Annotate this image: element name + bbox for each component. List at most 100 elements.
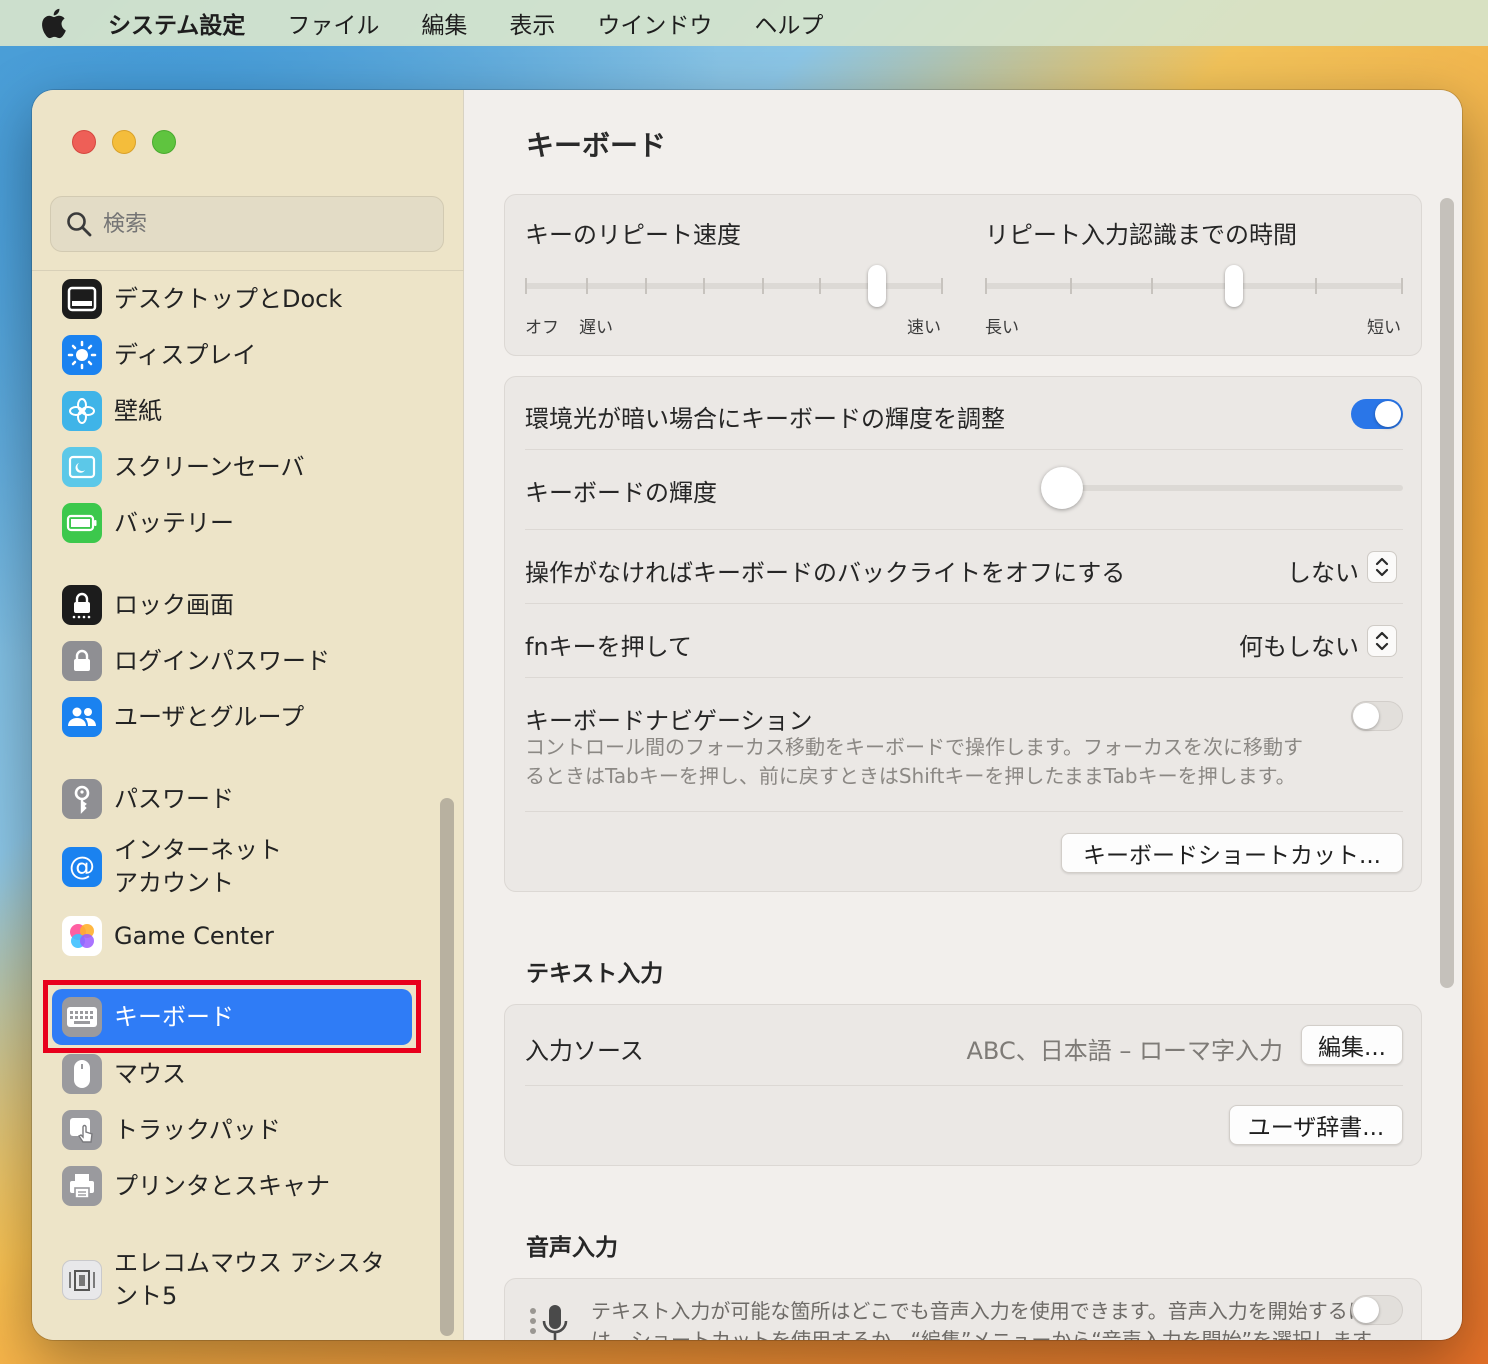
delay-slider[interactable]	[985, 265, 1403, 309]
sidebar-item-label: ディスプレイ	[114, 340, 257, 369]
edit-input-sources-button[interactable]: 編集...	[1301, 1025, 1403, 1065]
key-repeat-slider[interactable]	[525, 265, 943, 309]
slider-tick	[525, 278, 527, 294]
lock-screen-icon	[62, 585, 102, 625]
sidebar-item-login-password[interactable]: ログインパスワード	[62, 637, 422, 685]
menu-app-name[interactable]: システム設定	[108, 6, 245, 40]
sidebar-item-passwords[interactable]: パスワード	[62, 775, 422, 823]
sidebar-item-label: デスクトップとDock	[114, 284, 343, 313]
zoom-button[interactable]	[152, 130, 176, 154]
sidebar-item-label: マウス	[114, 1059, 186, 1088]
toggle-knob	[1375, 401, 1401, 427]
menu-window[interactable]: ウインドウ	[597, 6, 712, 40]
sidebar-divider	[32, 270, 464, 271]
microphone-icon	[525, 1301, 575, 1340]
sidebar-item-label: ロック画面	[114, 590, 234, 619]
menu-edit[interactable]: 編集	[421, 6, 467, 40]
brightness-label: キーボードの輝度	[525, 479, 717, 507]
printer-icon	[62, 1166, 102, 1206]
screensaver-icon	[62, 447, 102, 487]
settings-window: デスクトップとDock ディスプレイ 壁紙 スクリーンセーバ バッテリー	[32, 90, 1462, 1340]
key-repeat-card: キーのリピート速度 オフ 遅い 速い リピート入力認識までの時間 長い 短い	[504, 194, 1422, 356]
fn-key-popup[interactable]: 何もしない	[1185, 623, 1403, 663]
selection-highlight-box	[43, 980, 421, 1053]
dock-icon	[62, 279, 102, 319]
sidebar-item-users-groups[interactable]: ユーザとグループ	[62, 693, 422, 741]
slider-tick	[985, 278, 987, 294]
sidebar-item-label: ログインパスワード	[114, 646, 330, 675]
sidebar-item-trackpad[interactable]: トラックパッド	[62, 1106, 422, 1154]
lock-icon	[62, 641, 102, 681]
auto-brightness-toggle[interactable]	[1351, 399, 1403, 429]
sidebar-item-screensaver[interactable]: スクリーンセーバ	[62, 443, 422, 491]
menu-view[interactable]: 表示	[509, 6, 555, 40]
menu-file[interactable]: ファイル	[287, 6, 379, 40]
sidebar-item-printers[interactable]: プリンタとスキャナ	[62, 1162, 422, 1210]
menu-help[interactable]: ヘルプ	[754, 6, 823, 40]
sidebar-item-game-center[interactable]: Game Center	[62, 912, 422, 960]
search-input[interactable]	[103, 211, 403, 237]
sidebar-item-battery[interactable]: バッテリー	[62, 499, 422, 547]
sidebar-item-label: Game Center	[114, 921, 274, 950]
wallpaper-icon	[62, 391, 102, 431]
svg-text:@: @	[69, 852, 95, 882]
minimize-button[interactable]	[112, 130, 136, 154]
apple-icon[interactable]	[38, 6, 68, 40]
text-input-section-title: テキスト入力	[526, 961, 664, 987]
search-field[interactable]	[50, 196, 444, 252]
toggle-knob	[1353, 703, 1379, 729]
game-center-icon	[62, 916, 102, 956]
chevron-updown-icon	[1367, 551, 1397, 583]
keyboard-navigation-desc-1: コントロール間のフォーカス移動をキーボードで操作します。フォーカスを次に移動す	[525, 735, 1303, 759]
display-icon	[62, 335, 102, 375]
row-separator	[525, 603, 1403, 604]
tick-label-short: 短い	[1367, 318, 1401, 338]
sidebar-item-label: バッテリー	[114, 508, 234, 537]
slider-tick	[819, 278, 821, 294]
backlight-off-popup[interactable]: しない	[1205, 549, 1403, 589]
sidebar-item-desktop-dock[interactable]: デスクトップとDock	[62, 275, 422, 323]
input-sources-value: ABC、日本語 – ローマ字入力	[966, 1037, 1283, 1065]
content-scrollbar[interactable]	[1440, 198, 1454, 988]
slider-track	[985, 283, 1403, 289]
sidebar: デスクトップとDock ディスプレイ 壁紙 スクリーンセーバ バッテリー	[32, 90, 464, 1340]
sidebar-item-wallpaper[interactable]: 壁紙	[62, 387, 422, 435]
slider-knob[interactable]	[1041, 467, 1083, 509]
keyboard-shortcuts-button[interactable]: キーボードショートカット...	[1061, 833, 1403, 873]
slider-tick	[1315, 278, 1317, 294]
slider-knob[interactable]	[1225, 265, 1243, 307]
keyboard-navigation-label: キーボードナビゲーション	[525, 707, 813, 735]
row-separator	[525, 1085, 1403, 1086]
user-dictionary-button[interactable]: ユーザ辞書...	[1229, 1105, 1403, 1145]
users-icon	[62, 697, 102, 737]
auto-brightness-label: 環境光が暗い場合にキーボードの輝度を調整	[525, 405, 1005, 433]
sidebar-item-elecom[interactable]: エレコムマウス アシスタ ント5	[62, 1245, 422, 1315]
sidebar-item-label: ユーザとグループ	[114, 702, 305, 731]
row-separator	[525, 677, 1403, 678]
sidebar-item-internet-accounts[interactable]: @ インターネット アカウント	[62, 832, 422, 902]
slider-knob[interactable]	[868, 265, 886, 307]
sidebar-item-label: スクリーンセーバ	[114, 452, 305, 481]
brightness-slider[interactable]	[1041, 467, 1403, 509]
sidebar-item-label: パスワード	[114, 784, 234, 813]
slider-tick	[941, 278, 943, 294]
sidebar-item-display[interactable]: ディスプレイ	[62, 331, 422, 379]
dictation-desc-1: テキスト入力が可能な箇所はどこでも音声入力を使用できます。音声入力を開始するに	[591, 1299, 1368, 1323]
mouse-icon	[62, 1054, 102, 1094]
elecom-icon	[62, 1260, 102, 1300]
dictation-toggle[interactable]	[1351, 1295, 1403, 1325]
menu-bar: システム設定 ファイル 編集 表示 ウインドウ ヘルプ	[0, 0, 1488, 46]
keyboard-navigation-desc-2: るときはTabキーを押し、前に戻すときはShiftキーを押したままTabキーを押…	[525, 764, 1296, 788]
slider-tick	[1401, 278, 1403, 294]
input-sources-label: 入力ソース	[525, 1037, 644, 1065]
sidebar-scrollbar[interactable]	[440, 798, 454, 1336]
sidebar-item-mouse[interactable]: マウス	[62, 1050, 422, 1098]
sidebar-item-lock-screen[interactable]: ロック画面	[62, 581, 422, 629]
close-button[interactable]	[72, 130, 96, 154]
key-icon	[62, 779, 102, 819]
slider-tick	[586, 278, 588, 294]
fn-key-label: fnキーを押して	[525, 633, 692, 661]
keyboard-navigation-toggle[interactable]	[1351, 701, 1403, 731]
content-pane: キーボード キーのリピート速度 オフ 遅い 速い リピート入力認識までの時間 長…	[464, 90, 1462, 1340]
search-icon	[67, 212, 92, 237]
